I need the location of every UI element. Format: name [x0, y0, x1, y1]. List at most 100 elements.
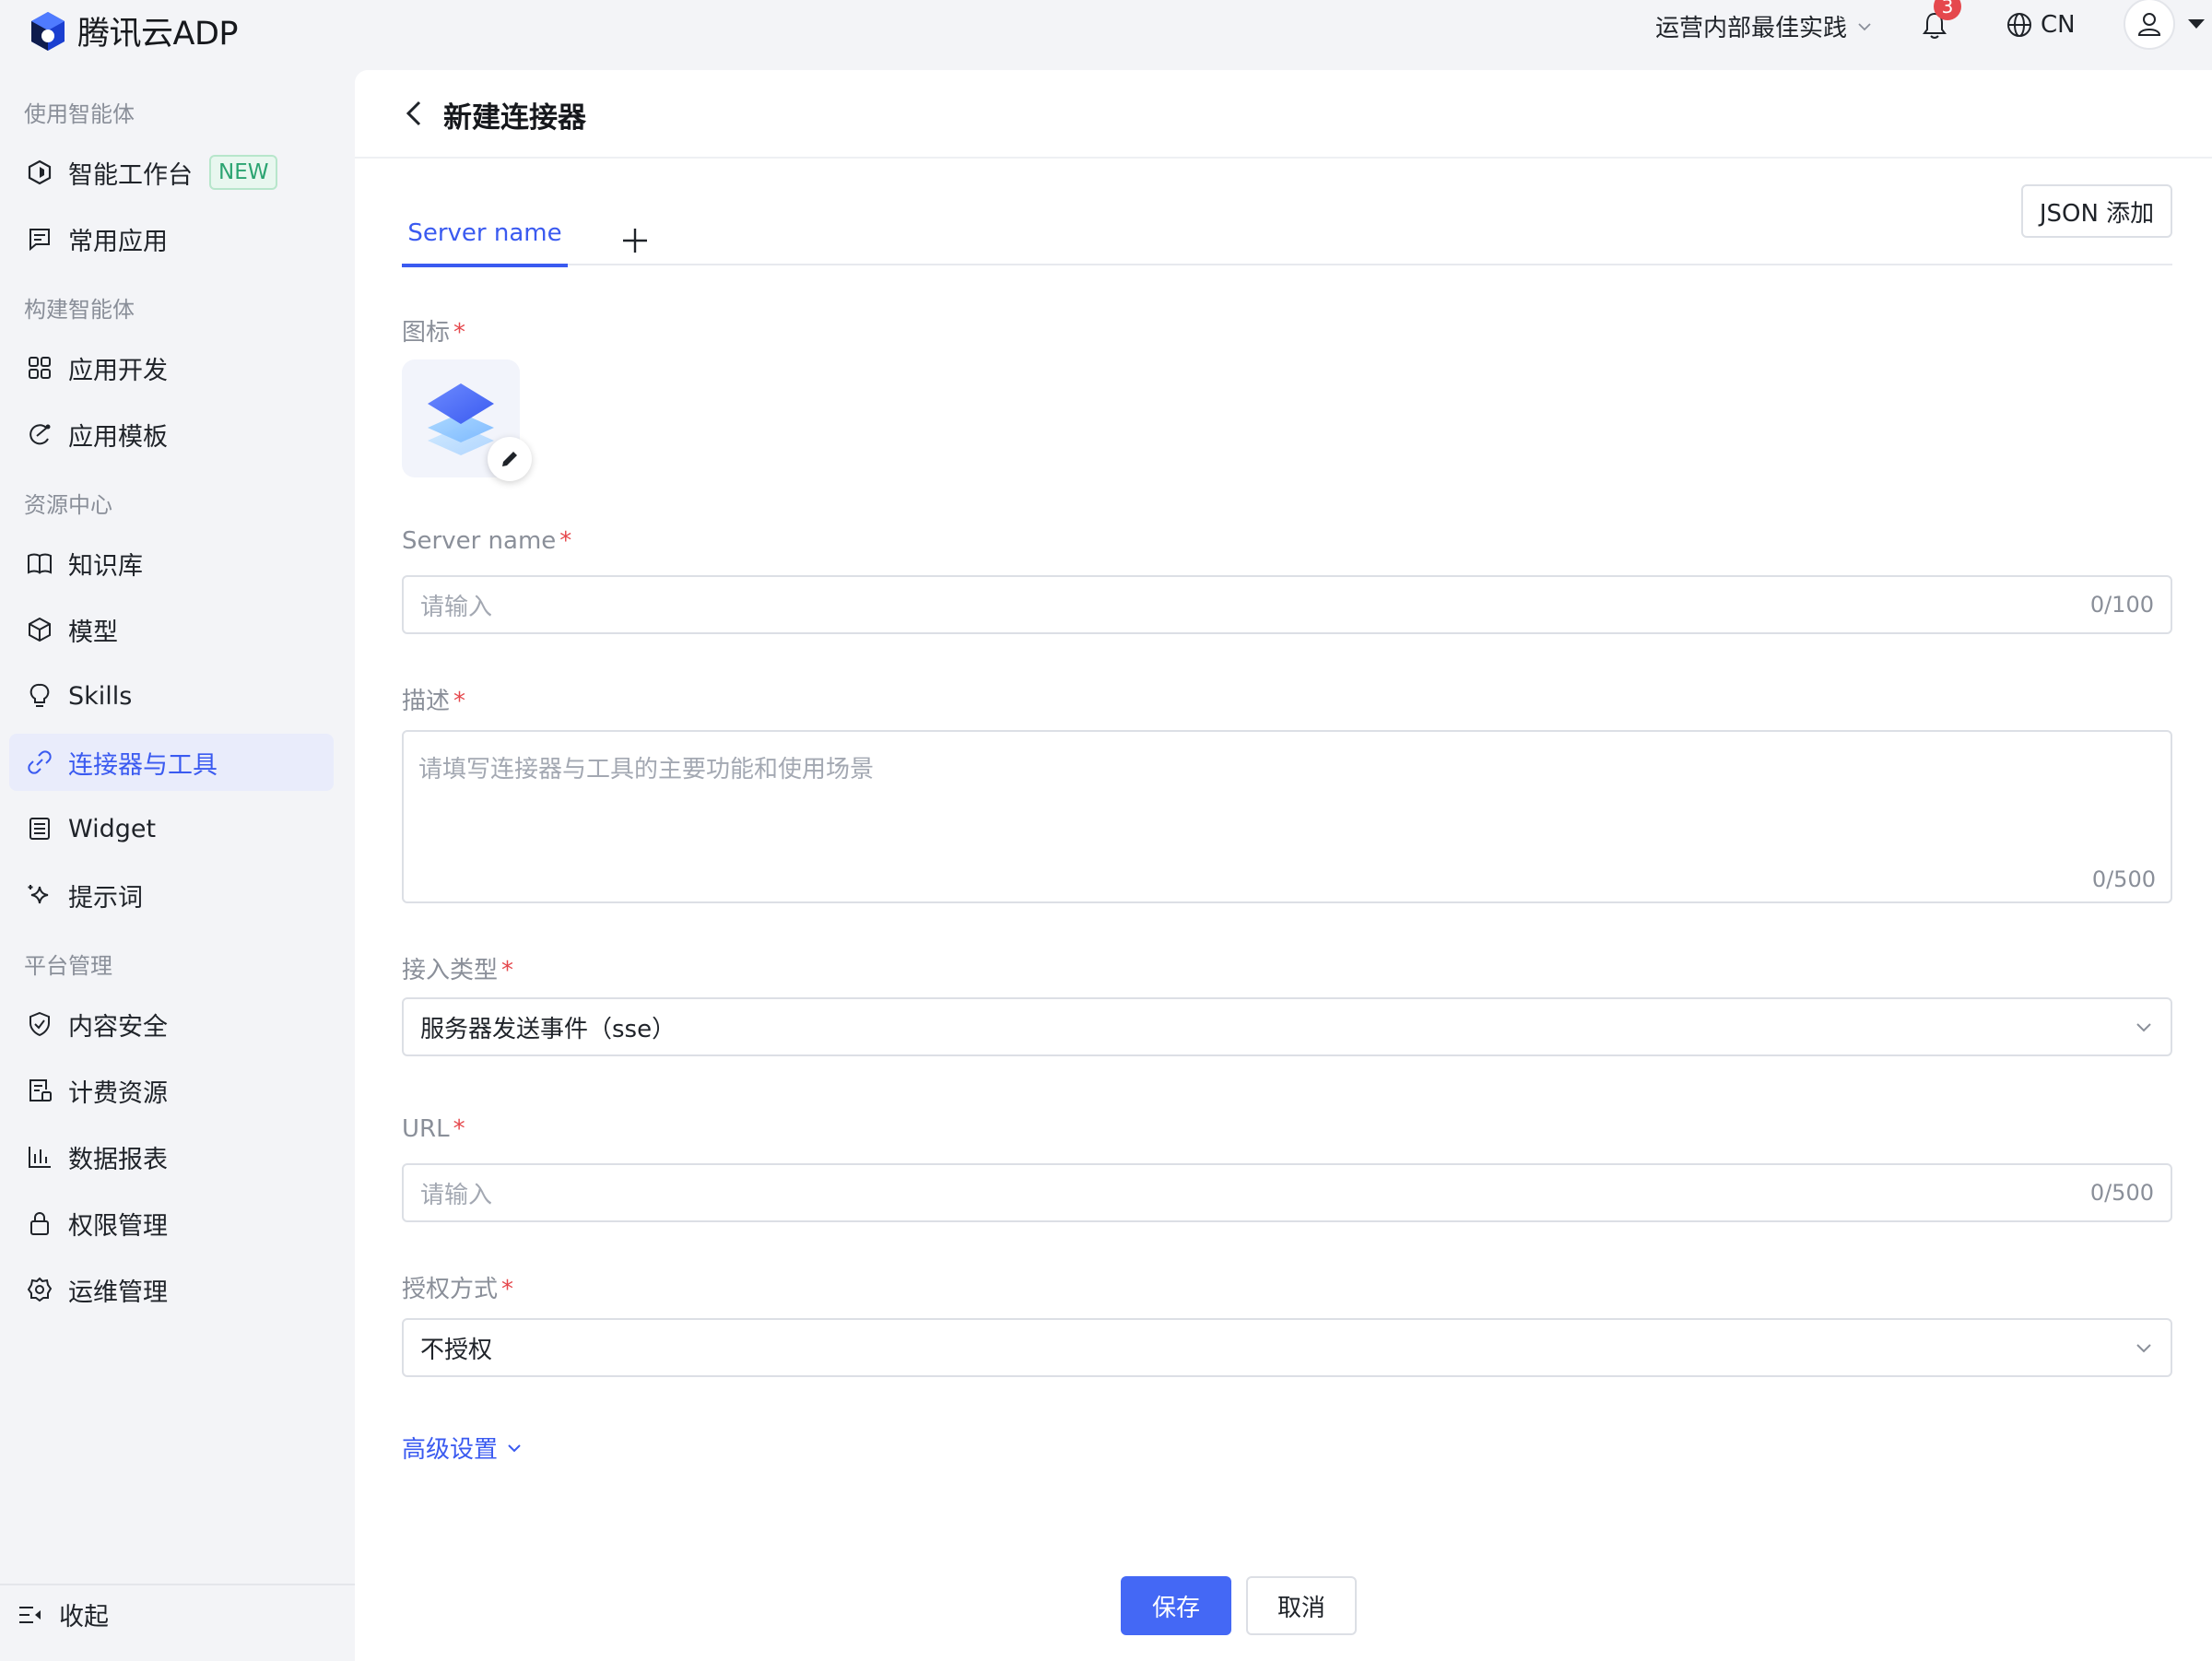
required-mark: *: [453, 1115, 465, 1143]
sidebar-group-title: 资源中心: [24, 492, 112, 518]
icon-field-label: 图标 *: [402, 313, 465, 348]
collapse-label: 收起: [59, 1603, 109, 1632]
main-panel: 新建连接器 Server name JSON 添加 图标 * Server na…: [355, 70, 2212, 1661]
cube-icon: [29, 617, 51, 642]
sidebar-item-label: 连接器与工具: [68, 750, 218, 780]
avatar[interactable]: [2124, 0, 2175, 50]
language-switcher[interactable]: CN: [2006, 11, 2076, 39]
cancel-button[interactable]: 取消: [1246, 1576, 1357, 1635]
chart-icon: [29, 1147, 51, 1168]
widget-icon: [29, 818, 50, 840]
label-text: 图标: [402, 319, 451, 347]
input-placeholder: 请输入: [420, 593, 493, 621]
sidebar-item-label: Skills: [68, 681, 133, 711]
sidebar-item-models[interactable]: 模型: [9, 601, 334, 658]
collapse-icon: [19, 1606, 41, 1623]
sidebar-item-label: 权限管理: [68, 1211, 168, 1241]
chevron-down-icon: [2136, 1344, 2151, 1353]
sidebar-item-label: 知识库: [68, 551, 143, 581]
label-text: 接入类型: [402, 957, 499, 984]
sidebar-item-app-templates[interactable]: 应用模板: [9, 406, 334, 463]
save-button[interactable]: 保存: [1121, 1576, 1231, 1635]
required-mark: *: [501, 957, 514, 984]
access-type-select[interactable]: 服务器发送事件（sse）: [402, 997, 2172, 1056]
access-type-label: 接入类型 *: [402, 951, 513, 985]
sidebar-item-permissions[interactable]: 权限管理: [9, 1195, 334, 1252]
server-name-input[interactable]: 请输入 0/100: [402, 575, 2172, 634]
app-name: 腾讯云ADP: [77, 16, 239, 53]
chevron-down-icon: [508, 1443, 521, 1452]
description-textarea[interactable]: 请填写连接器与工具的主要功能和使用场景 0/500: [402, 730, 2172, 903]
tab-server-name[interactable]: Server name: [402, 208, 568, 267]
tab-active-indicator: [402, 264, 568, 267]
sidebar-item-knowledge-base[interactable]: 知识库: [9, 535, 334, 592]
sidebar-item-app-dev[interactable]: 应用开发: [9, 339, 334, 396]
new-badge: NEW: [209, 155, 278, 190]
required-mark: *: [453, 688, 466, 715]
chevron-down-icon: [2136, 1023, 2151, 1032]
message-icon: [29, 229, 50, 252]
sidebar-item-label: 智能工作台: [68, 160, 193, 190]
sparkle-icon: [28, 885, 49, 904]
gear-icon: [27, 1277, 53, 1302]
label-text: URL: [402, 1115, 450, 1143]
label-text: Server name: [402, 527, 557, 555]
app-logo[interactable]: 腾讯云ADP: [28, 7, 239, 54]
sidebar-item-workspace[interactable]: 智能工作台 NEW: [9, 144, 334, 201]
sidebar-item-label: 运维管理: [68, 1278, 168, 1307]
sidebar-group-title: 使用智能体: [24, 101, 135, 127]
required-mark: *: [453, 319, 466, 347]
textarea-placeholder: 请填写连接器与工具的主要功能和使用场景: [418, 756, 875, 783]
sidebar-item-billing[interactable]: 计费资源: [9, 1062, 334, 1119]
auth-method-label: 授权方式 *: [402, 1270, 513, 1304]
advanced-settings-toggle[interactable]: 高级设置: [402, 1431, 524, 1465]
add-tab-icon[interactable]: [619, 225, 651, 256]
top-bar: 腾讯云ADP 运营内部最佳实践 3 CN: [0, 0, 2212, 70]
sidebar-item-label: 应用开发: [68, 356, 168, 385]
pencil-icon: [502, 452, 517, 466]
description-label: 描述 *: [402, 682, 465, 716]
sidebar-item-prompts[interactable]: 提示词: [9, 866, 334, 924]
input-placeholder: 请输入: [420, 1181, 493, 1209]
back-arrow-icon[interactable]: [399, 98, 430, 129]
url-input[interactable]: 请输入 0/500: [402, 1163, 2172, 1222]
url-label: URL *: [402, 1115, 465, 1143]
org-switcher[interactable]: 运营内部最佳实践: [1655, 9, 1877, 43]
sidebar: 使用智能体 智能工作台 NEW 常用应用 构建智能体 应用开发 应用模板 资源中…: [0, 70, 355, 1661]
sidebar-item-label: 模型: [68, 618, 118, 647]
collapse-sidebar-button[interactable]: 收起: [17, 1596, 109, 1632]
sidebar-item-connectors[interactable]: 连接器与工具: [9, 734, 334, 791]
sidebar-item-label: 常用应用: [68, 227, 168, 256]
page-header: 新建连接器: [355, 70, 2212, 159]
sidebar-item-common-apps[interactable]: 常用应用: [9, 210, 334, 267]
sidebar-item-skills[interactable]: Skills: [9, 667, 334, 724]
sidebar-item-label: 数据报表: [68, 1145, 168, 1174]
grid-icon: [29, 357, 51, 379]
sidebar-item-label: Widget: [68, 814, 157, 843]
sidebar-group-title: 构建智能体: [24, 297, 135, 323]
user-icon: [2137, 13, 2161, 36]
org-name: 运营内部最佳实践: [1655, 15, 1848, 42]
sidebar-item-reports[interactable]: 数据报表: [9, 1128, 334, 1185]
billing-icon: [29, 1079, 52, 1101]
sidebar-item-widget[interactable]: Widget: [9, 800, 334, 857]
workspace-icon: [28, 159, 52, 185]
edit-icon-button[interactable]: [488, 437, 532, 481]
language-label: CN: [2041, 11, 2076, 39]
sidebar-item-ops[interactable]: 运维管理: [9, 1261, 334, 1318]
server-tabs: Server name JSON 添加: [402, 184, 2172, 267]
advanced-label: 高级设置: [402, 1436, 499, 1464]
sidebar-item-label: 内容安全: [68, 1012, 168, 1042]
user-menu[interactable]: [2124, 0, 2212, 50]
required-mark: *: [501, 1276, 514, 1303]
char-counter: 0/100: [2089, 592, 2154, 618]
auth-method-select[interactable]: 不授权: [402, 1318, 2172, 1377]
sidebar-group-title: 平台管理: [24, 953, 112, 979]
sidebar-item-label: 应用模板: [68, 422, 168, 452]
caret-down-icon: [2188, 19, 2205, 29]
sidebar-item-label: 提示词: [68, 883, 143, 913]
sidebar-item-content-security[interactable]: 内容安全: [9, 995, 334, 1053]
json-add-button[interactable]: JSON 添加: [2021, 184, 2172, 238]
page-title: 新建连接器: [443, 101, 586, 135]
label-text: 描述: [402, 688, 451, 715]
